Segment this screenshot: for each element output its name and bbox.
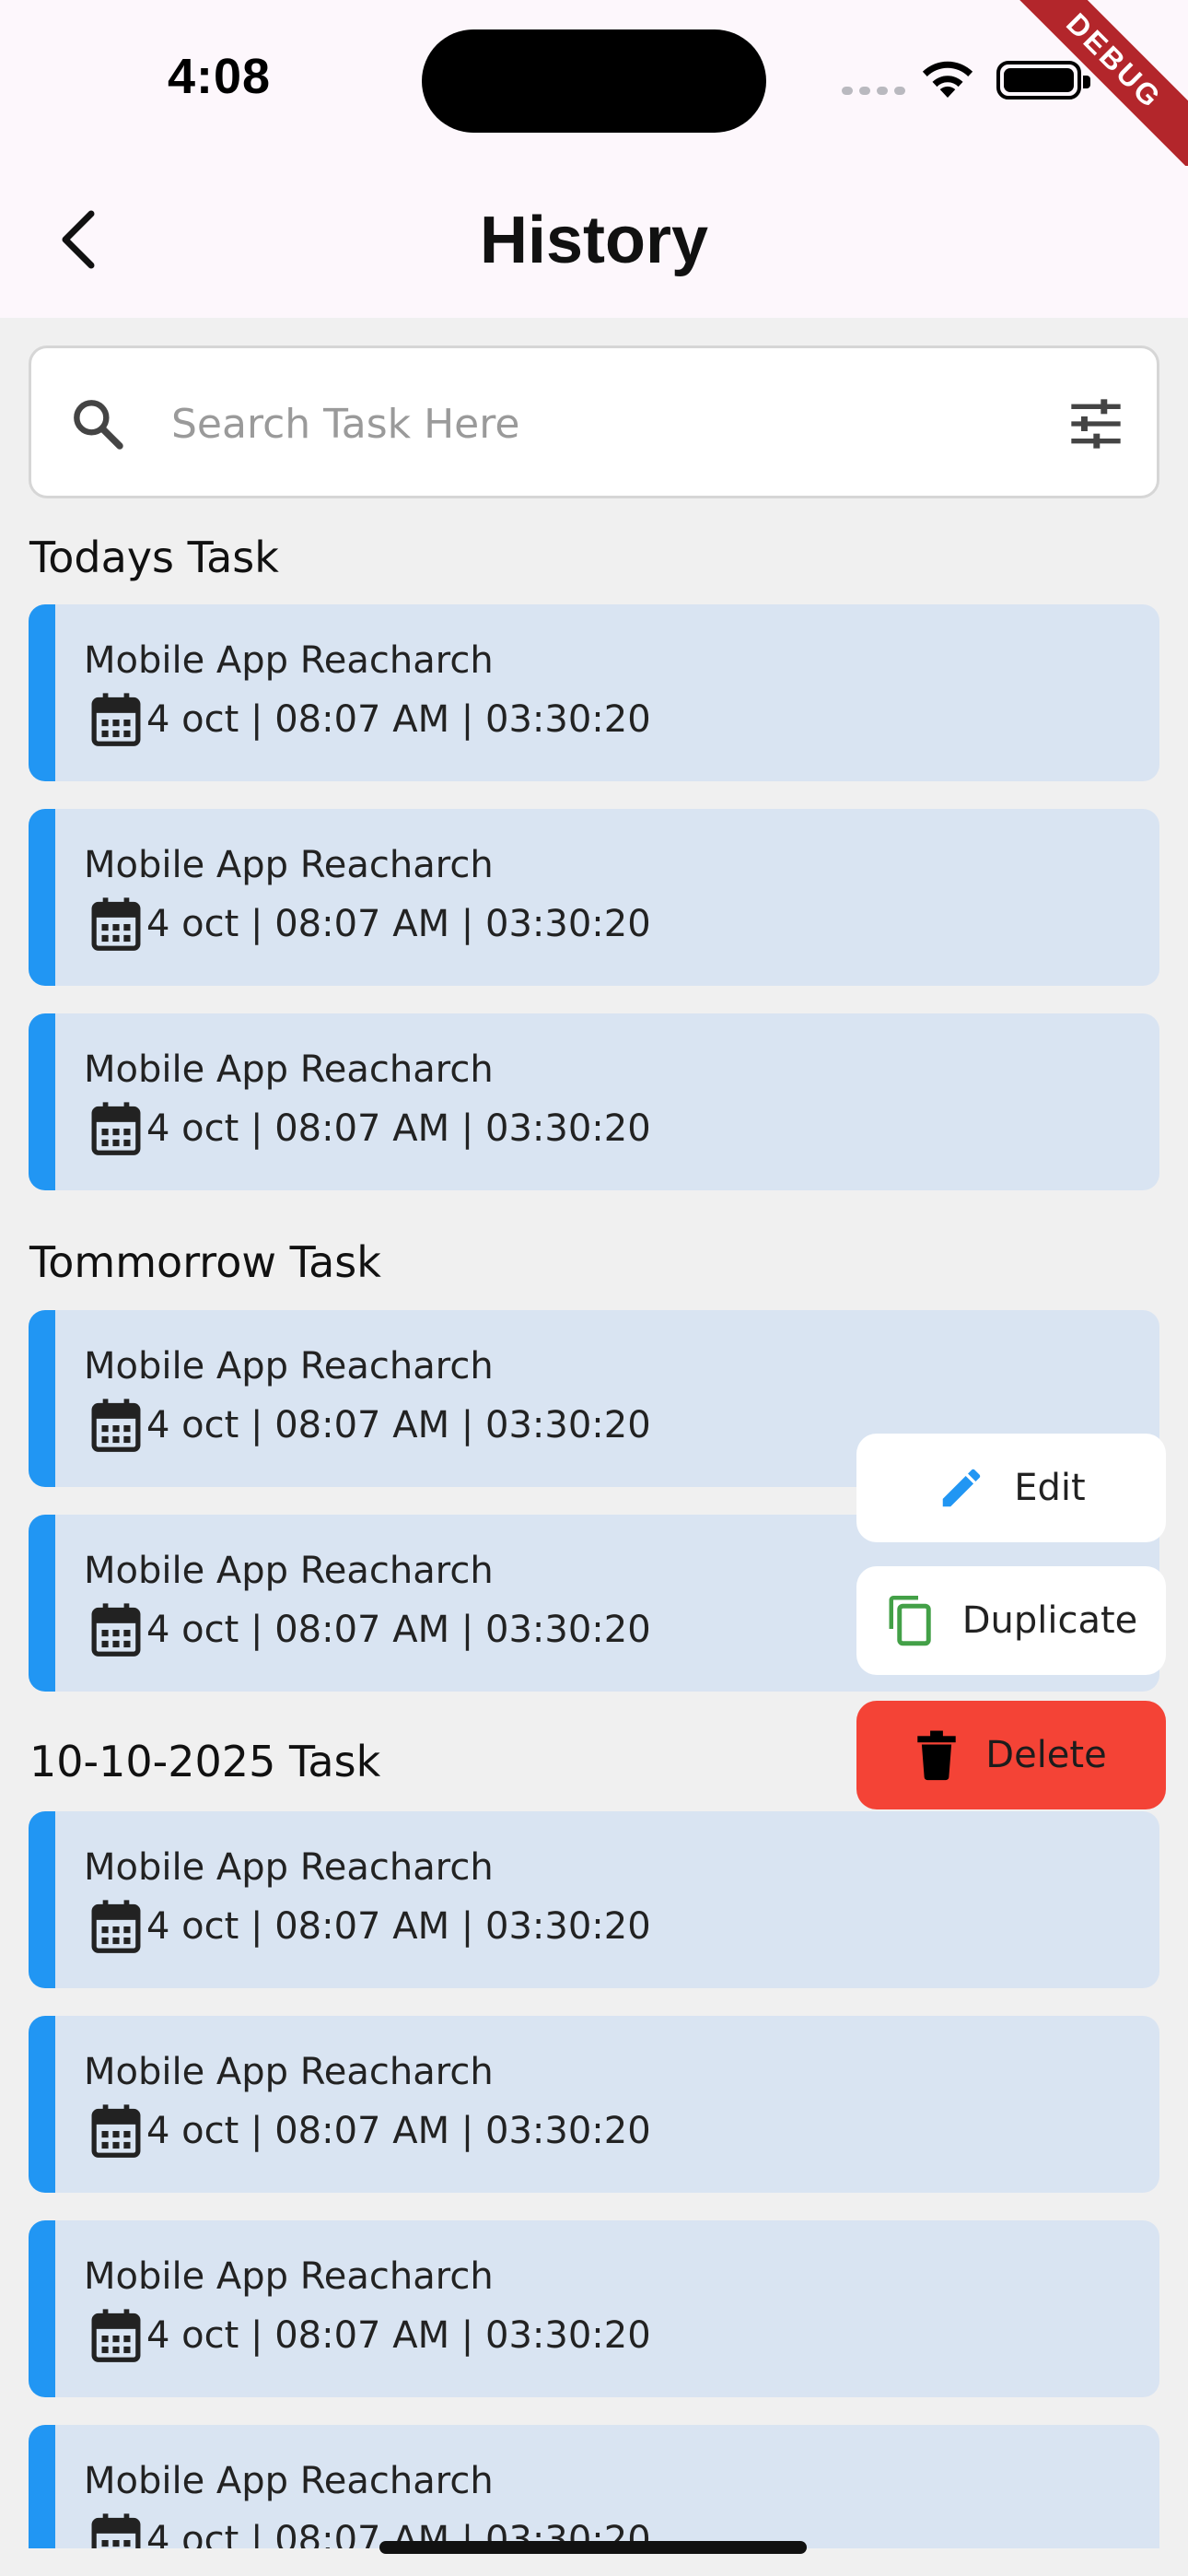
edit-button[interactable]: Edit bbox=[856, 1434, 1166, 1542]
status-time: 4:08 bbox=[168, 49, 272, 104]
task-title: Mobile App Reacharch bbox=[84, 844, 494, 886]
search-bar bbox=[29, 345, 1159, 498]
dynamic-island bbox=[422, 29, 766, 133]
delete-label: Delete bbox=[985, 1734, 1107, 1776]
duplicate-button[interactable]: Duplicate bbox=[856, 1566, 1166, 1675]
task-title: Mobile App Reacharch bbox=[84, 639, 494, 682]
card-accent bbox=[29, 809, 55, 986]
card-accent bbox=[29, 1013, 55, 1190]
task-meta: 4 oct | 08:07 AM | 03:30:20 bbox=[146, 2314, 651, 2357]
task-meta: 4 oct | 08:07 AM | 03:30:20 bbox=[146, 1609, 651, 1651]
task-title: Mobile App Reacharch bbox=[84, 2051, 494, 2093]
pencil-icon bbox=[943, 1469, 981, 1507]
calendar-icon bbox=[91, 2513, 141, 2548]
search-input[interactable] bbox=[171, 389, 1000, 459]
cellular-signal-icon bbox=[842, 87, 905, 95]
delete-button[interactable]: Delete bbox=[856, 1701, 1166, 1809]
trash-icon bbox=[917, 1730, 956, 1781]
task-title: Mobile App Reacharch bbox=[84, 1048, 494, 1091]
status-bar: 4:08 DEBUG bbox=[0, 0, 1188, 176]
wifi-icon bbox=[922, 61, 973, 98]
task-card[interactable]: Mobile App Reacharch 4 oct | 08:07 AM | … bbox=[29, 604, 1159, 781]
card-accent bbox=[29, 2425, 55, 2548]
card-accent bbox=[29, 1310, 55, 1487]
task-meta: 4 oct | 08:07 AM | 03:30:20 bbox=[146, 903, 651, 945]
calendar-icon bbox=[91, 1399, 141, 1452]
edit-label: Edit bbox=[1014, 1467, 1086, 1509]
card-accent bbox=[29, 604, 55, 781]
task-card[interactable]: Mobile App Reacharch 4 oct | 08:07 AM | … bbox=[29, 2016, 1159, 2193]
task-card[interactable]: Mobile App Reacharch 4 oct | 08:07 AM | … bbox=[29, 2425, 1159, 2548]
card-accent bbox=[29, 1515, 55, 1692]
calendar-icon bbox=[91, 2309, 141, 2362]
card-accent bbox=[29, 1811, 55, 1988]
task-title: Mobile App Reacharch bbox=[84, 1345, 494, 1388]
search-icon[interactable] bbox=[68, 394, 127, 453]
task-title: Mobile App Reacharch bbox=[84, 2255, 494, 2298]
calendar-icon bbox=[91, 1603, 141, 1657]
task-title: Mobile App Reacharch bbox=[84, 1550, 494, 1592]
task-meta: 4 oct | 08:07 AM | 03:30:20 bbox=[146, 2110, 651, 2152]
task-meta: 4 oct | 08:07 AM | 03:30:20 bbox=[146, 698, 651, 741]
card-accent bbox=[29, 2220, 55, 2397]
task-meta: 4 oct | 08:07 AM | 03:30:20 bbox=[146, 1107, 651, 1150]
task-card[interactable]: Mobile App Reacharch 4 oct | 08:07 AM | … bbox=[29, 2220, 1159, 2397]
calendar-icon bbox=[91, 1102, 141, 1155]
task-meta: 4 oct | 08:07 AM | 03:30:20 bbox=[146, 1404, 651, 1446]
section-title-tomorrow: Tommorrow Task bbox=[29, 1237, 381, 1287]
section-title-today: Todays Task bbox=[29, 533, 279, 582]
copy-icon bbox=[889, 1596, 931, 1646]
home-indicator bbox=[379, 2541, 807, 2554]
page-title: History bbox=[479, 204, 709, 277]
section-title-date: 10-10-2025 Task bbox=[29, 1737, 381, 1786]
app-bar: History bbox=[0, 166, 1188, 318]
task-card[interactable]: Mobile App Reacharch 4 oct | 08:07 AM | … bbox=[29, 1811, 1159, 1988]
task-title: Mobile App Reacharch bbox=[84, 2460, 494, 2502]
filter-icon[interactable] bbox=[1066, 396, 1125, 451]
card-accent bbox=[29, 2016, 55, 2193]
task-card[interactable]: Mobile App Reacharch 4 oct | 08:07 AM | … bbox=[29, 809, 1159, 986]
task-title: Mobile App Reacharch bbox=[84, 1846, 494, 1889]
calendar-icon bbox=[91, 897, 141, 951]
task-meta: 4 oct | 08:07 AM | 03:30:20 bbox=[146, 1905, 651, 1948]
task-card[interactable]: Mobile App Reacharch 4 oct | 08:07 AM | … bbox=[29, 1013, 1159, 1190]
calendar-icon bbox=[91, 1900, 141, 1953]
battery-icon bbox=[996, 61, 1090, 100]
calendar-icon bbox=[91, 2104, 141, 2158]
calendar-icon bbox=[91, 693, 141, 746]
duplicate-label: Duplicate bbox=[961, 1599, 1138, 1642]
